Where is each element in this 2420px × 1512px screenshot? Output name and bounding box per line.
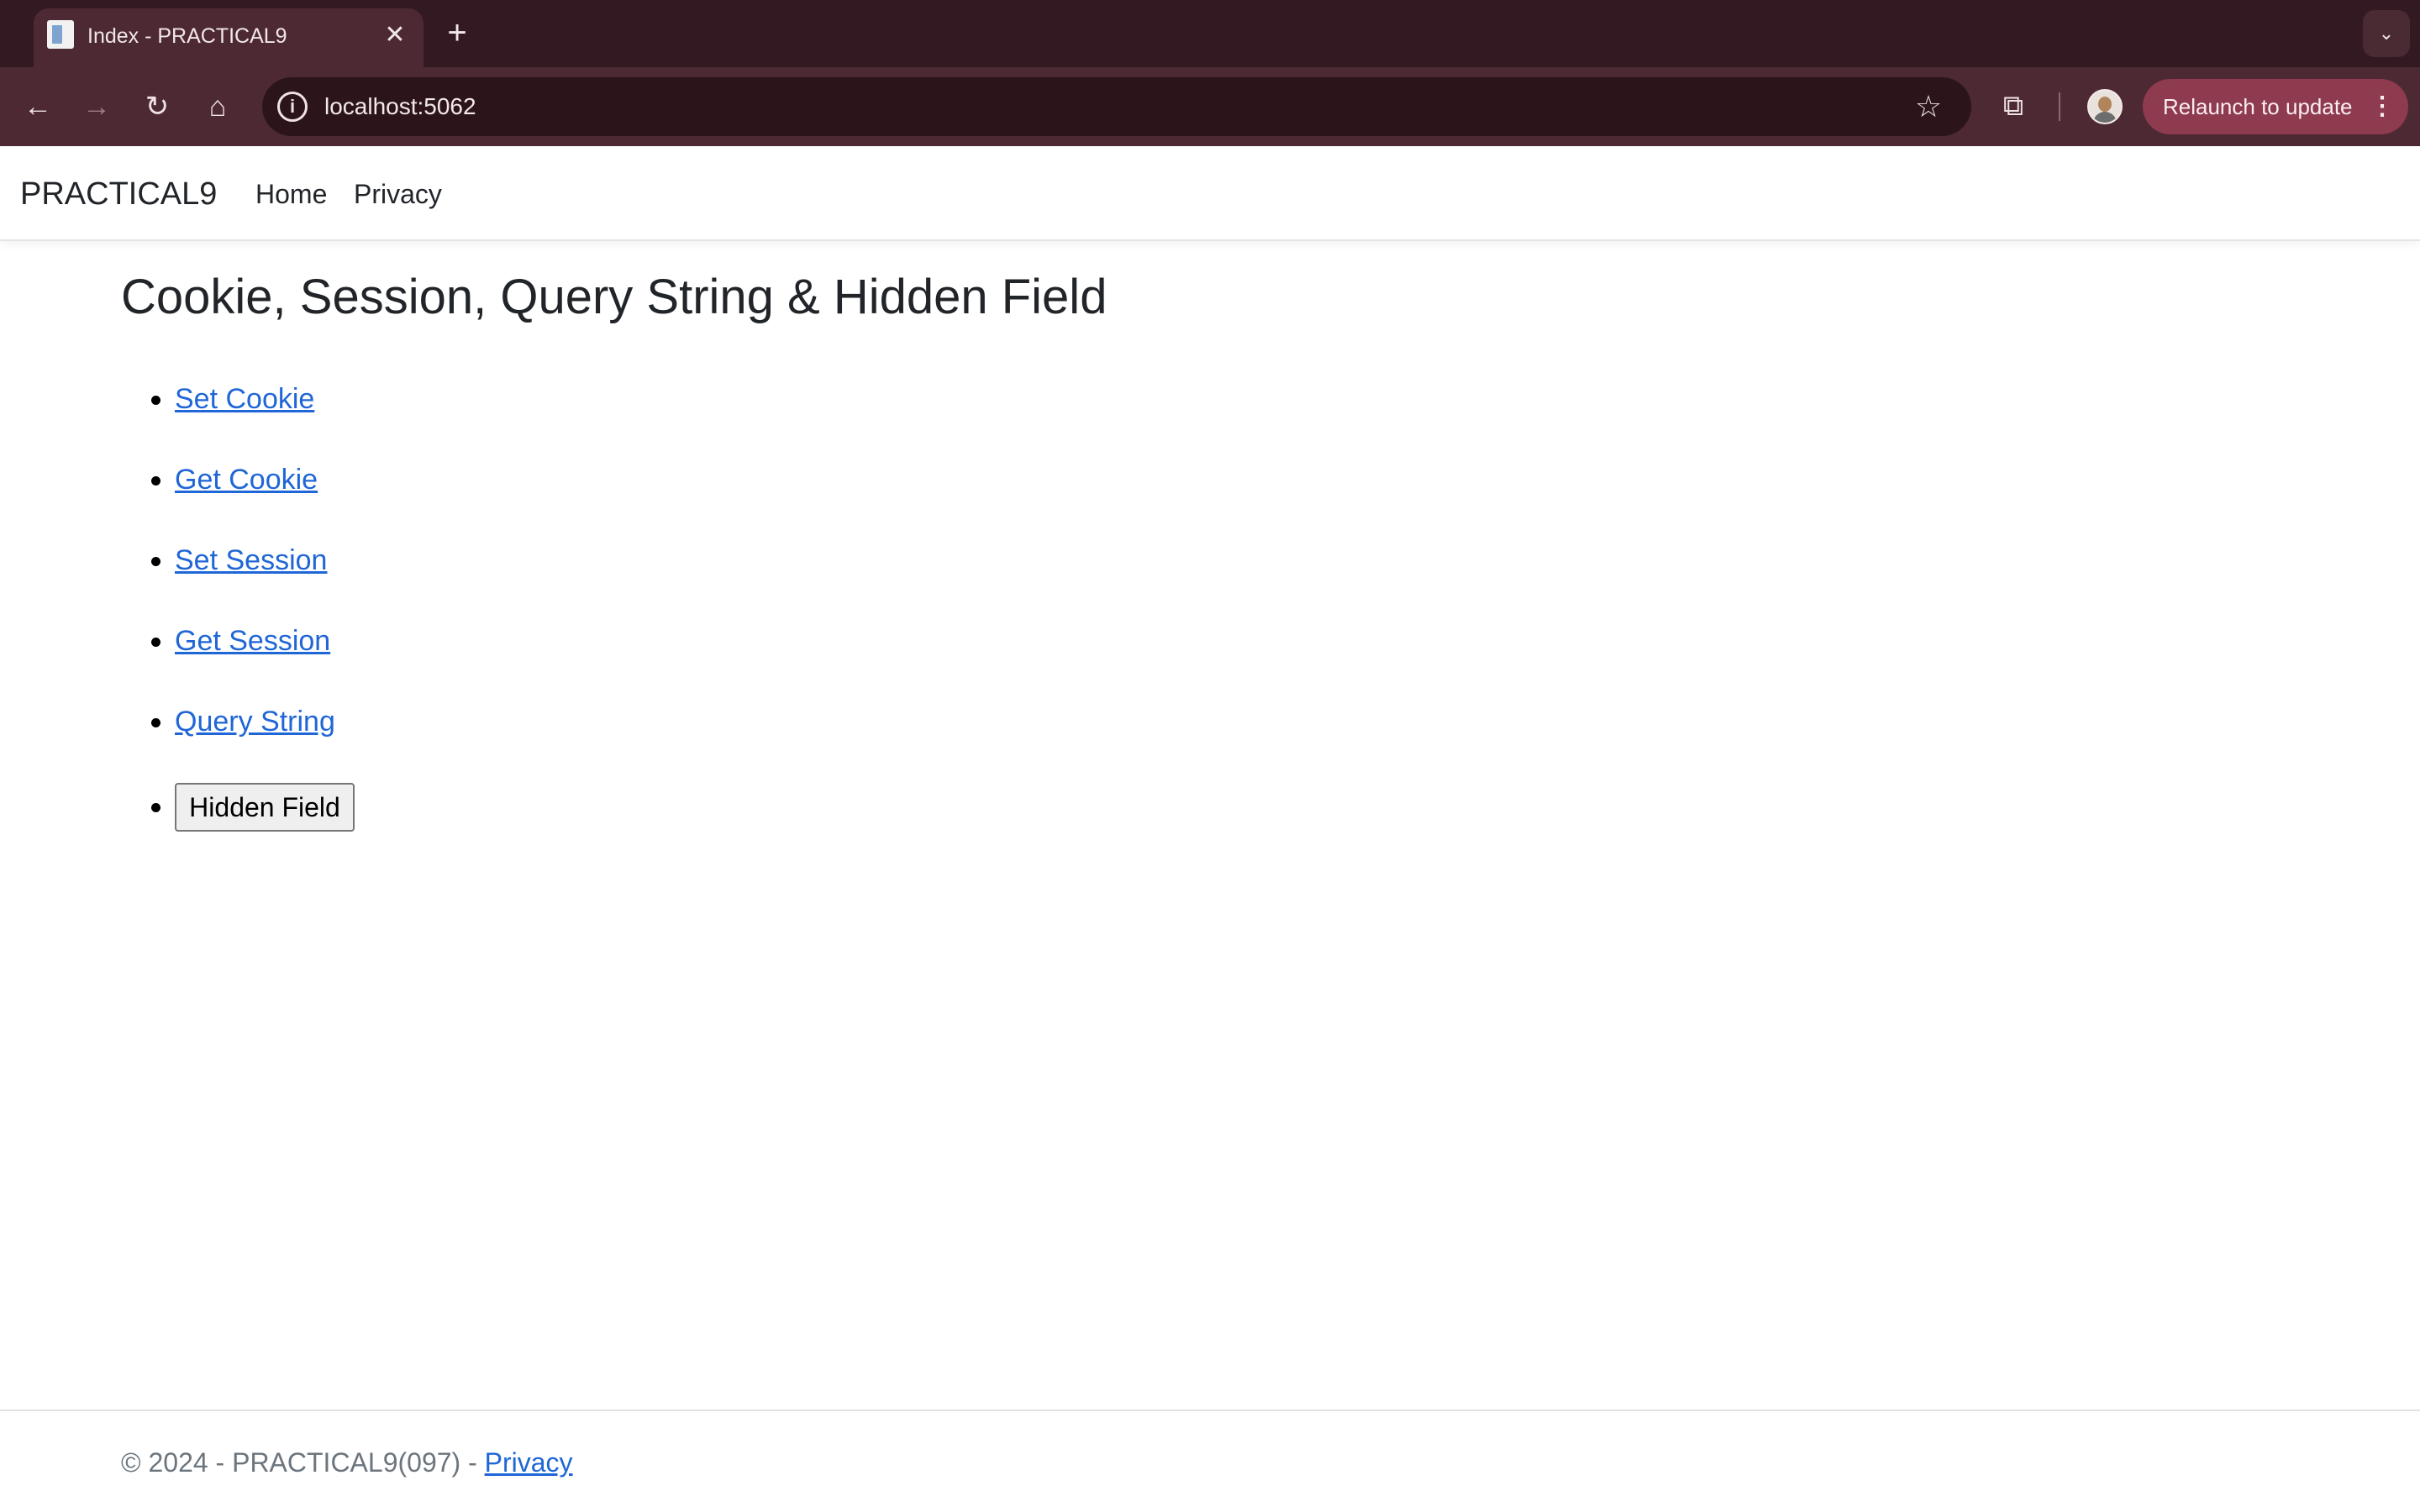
navbar-brand[interactable]: PRACTICAL9: [20, 175, 217, 213]
set-cookie-link[interactable]: Set Cookie: [175, 380, 314, 418]
page-title: Cookie, Session, Query String & Hidden F…: [121, 270, 1107, 324]
site-footer: © 2024 - PRACTICAL9(097) - Privacy: [0, 1410, 2420, 1512]
footer-privacy-link[interactable]: Privacy: [485, 1447, 573, 1478]
star-icon[interactable]: ☆: [1909, 87, 1948, 126]
bullet: [151, 396, 160, 405]
page-icon: [47, 20, 74, 49]
get-cookie-link[interactable]: Get Cookie: [175, 460, 318, 499]
reload-icon[interactable]: ↻: [136, 86, 178, 128]
url-text[interactable]: localhost:5062: [324, 92, 476, 121]
chevron-down-icon[interactable]: ⌄: [2363, 10, 2410, 57]
bullet: [151, 718, 160, 727]
nav-link-home[interactable]: Home: [255, 176, 327, 212]
close-icon[interactable]: ✕: [378, 18, 412, 52]
bullet: [151, 638, 160, 647]
hidden-field-button[interactable]: Hidden Field: [175, 783, 355, 832]
relaunch-button[interactable]: Relaunch to update ⋮: [2143, 79, 2408, 134]
forward-icon[interactable]: →: [76, 86, 118, 128]
relaunch-label: Relaunch to update: [2163, 94, 2353, 119]
site-navbar: PRACTICAL9 Home Privacy: [0, 146, 2420, 241]
back-icon[interactable]: ←: [17, 86, 59, 128]
bullet: [151, 476, 160, 486]
browser-toolbar: ← → ↻ ⌂ i localhost:5062 ☆ ⧉ Relaunch to…: [0, 67, 2420, 146]
bullet: [151, 803, 160, 812]
get-session-link[interactable]: Get Session: [175, 622, 330, 660]
home-icon[interactable]: ⌂: [197, 86, 239, 128]
query-string-link[interactable]: Query String: [175, 702, 335, 741]
browser-tabstrip: Index - PRACTICAL9 ✕ + ⌄: [0, 0, 2420, 67]
browser-tab[interactable]: Index - PRACTICAL9 ✕: [34, 8, 424, 67]
avatar[interactable]: [2087, 89, 2123, 124]
toolbar-divider: [2059, 92, 2060, 121]
kebab-menu-icon[interactable]: ⋮: [2370, 89, 2395, 124]
info-icon[interactable]: i: [277, 92, 308, 122]
set-session-link[interactable]: Set Session: [175, 541, 327, 580]
copyright-text: © 2024 - PRACTICAL9(097) -: [121, 1447, 485, 1478]
address-bar[interactable]: i localhost:5062 ☆: [262, 77, 1971, 136]
bullet: [151, 557, 160, 566]
footer-text: © 2024 - PRACTICAL9(097) - Privacy: [121, 1445, 573, 1480]
puzzle-icon[interactable]: ⧉: [1995, 87, 2032, 124]
nav-link-privacy[interactable]: Privacy: [354, 176, 442, 212]
tab-title: Index - PRACTICAL9: [87, 24, 287, 48]
new-tab-icon[interactable]: +: [439, 15, 476, 52]
